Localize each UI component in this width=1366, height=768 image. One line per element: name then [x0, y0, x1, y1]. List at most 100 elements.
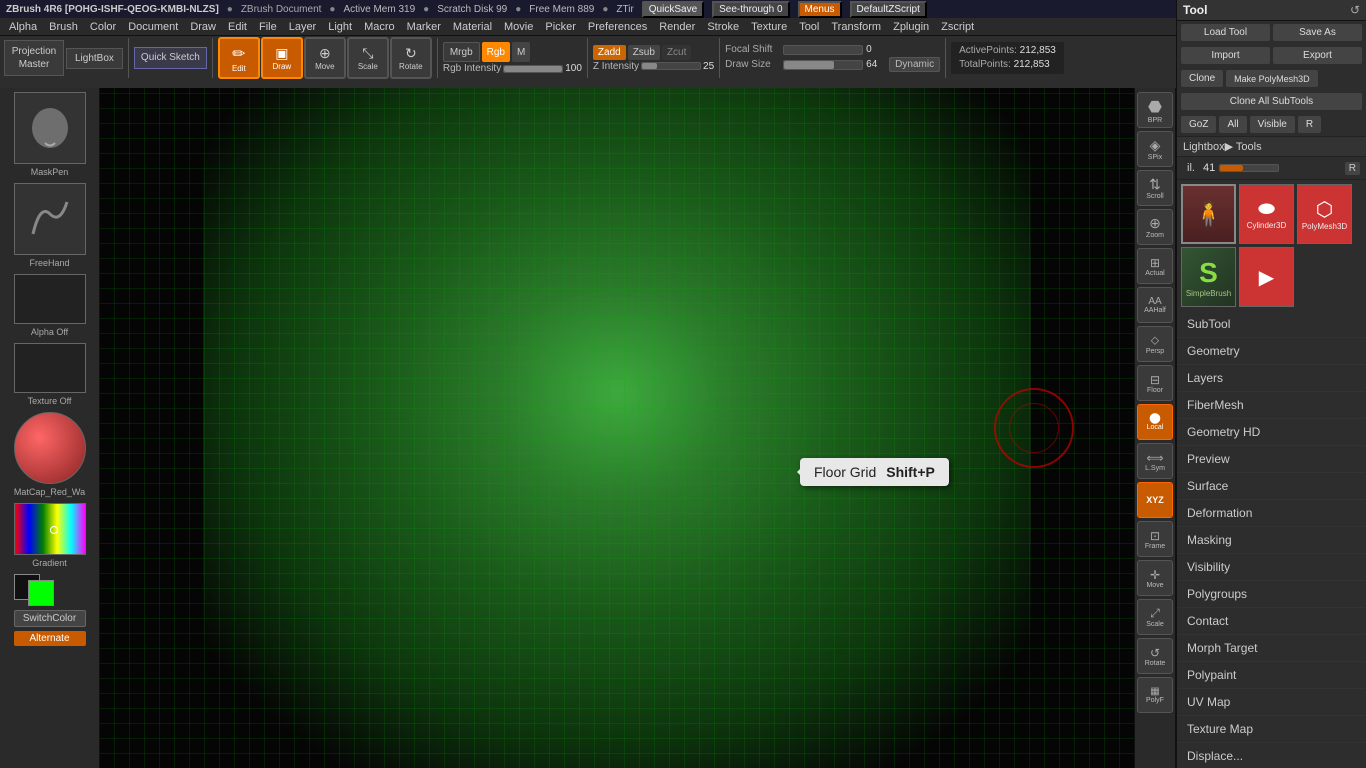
r-label[interactable]: R [1345, 162, 1360, 175]
red-arrow-thumbnail[interactable]: ▶ [1239, 247, 1294, 307]
zadd-button[interactable]: Zadd [593, 45, 626, 60]
menu-file[interactable]: File [254, 20, 282, 34]
body-thumbnail[interactable]: 🧍 [1181, 184, 1236, 244]
scroll-button[interactable]: ⇅ Scroll [1137, 170, 1173, 206]
menu-macro[interactable]: Macro [359, 20, 400, 34]
menu-brush[interactable]: Brush [44, 20, 83, 34]
clone-button[interactable]: Clone [1181, 70, 1223, 87]
menu-marker[interactable]: Marker [402, 20, 446, 34]
spix-button[interactable]: ◈ SPix [1137, 131, 1173, 167]
xyz-button[interactable]: XYZ [1137, 482, 1173, 518]
alternate-button[interactable]: Alternate [14, 631, 86, 646]
nav-contact[interactable]: Contact [1177, 608, 1366, 635]
menu-texture[interactable]: Texture [746, 20, 792, 34]
cylinder3d-thumbnail[interactable]: ⬬ Cylinder3D [1239, 184, 1294, 244]
nav-surface[interactable]: Surface [1177, 473, 1366, 500]
menus-button[interactable]: Menus [798, 1, 842, 18]
default-script-button[interactable]: DefaultZScript [850, 1, 927, 18]
rgb-intensity-track[interactable] [503, 65, 563, 73]
nav-displacement[interactable]: Displace... [1177, 743, 1366, 768]
canvas-area[interactable]: Floor Grid Shift+P [100, 88, 1134, 768]
simplebrush-thumbnail[interactable]: S SimpleBrush [1181, 247, 1236, 307]
dynamic-button[interactable]: Dynamic [889, 57, 940, 72]
nav-texture-map[interactable]: Texture Map [1177, 716, 1366, 743]
menu-edit[interactable]: Edit [223, 20, 252, 34]
zcut-button[interactable]: Zcut [662, 45, 691, 60]
color-picker[interactable] [14, 503, 86, 555]
menu-light[interactable]: Light [323, 20, 357, 34]
menu-transform[interactable]: Transform [826, 20, 886, 34]
menu-alpha[interactable]: Alpha [4, 20, 42, 34]
focal-shift-track[interactable] [783, 45, 863, 55]
make-polymesh-button[interactable]: Make PolyMesh3D [1226, 70, 1318, 87]
polyf-button[interactable]: ▦ PolyF [1137, 677, 1173, 713]
save-as-button[interactable]: Save As [1273, 24, 1362, 41]
nav-polygroups[interactable]: Polygroups [1177, 581, 1366, 608]
nav-subtool[interactable]: SubTool [1177, 311, 1366, 338]
goz-button[interactable]: GoZ [1181, 116, 1216, 133]
draw-mode-button[interactable]: ▣ Draw [261, 37, 303, 79]
nav-deformation[interactable]: Deformation [1177, 500, 1366, 527]
load-tool-button[interactable]: Load Tool [1181, 24, 1270, 41]
aahalf-button[interactable]: AA AAHalf [1137, 287, 1173, 323]
il-slider[interactable] [1219, 164, 1279, 172]
move-mode-button[interactable]: ⊕ Move [304, 37, 346, 79]
draw-size-track[interactable] [783, 60, 863, 70]
menu-movie[interactable]: Movie [499, 20, 538, 34]
nav-geometry[interactable]: Geometry [1177, 338, 1366, 365]
nav-preview[interactable]: Preview [1177, 446, 1366, 473]
menu-picker[interactable]: Picker [540, 20, 581, 34]
floor-button[interactable]: ⊟ Floor [1137, 365, 1173, 401]
matcap-swatch[interactable] [14, 412, 86, 484]
nav-geometry-hd[interactable]: Geometry HD [1177, 419, 1366, 446]
nav-morph-target[interactable]: Morph Target [1177, 635, 1366, 662]
alpha-swatch[interactable] [14, 274, 86, 324]
polymesh3d-thumbnail[interactable]: ⬡ PolyMesh3D [1297, 184, 1352, 244]
edit-mode-button[interactable]: ✏ Edit [218, 37, 260, 79]
scale-mode-button[interactable]: ⤡ Scale [347, 37, 389, 79]
visible-button[interactable]: Visible [1250, 116, 1295, 133]
actual-button[interactable]: ⊞ Actual [1137, 248, 1173, 284]
tool-refresh-button[interactable]: ↺ [1350, 3, 1360, 17]
z-intensity-track[interactable] [641, 62, 701, 70]
all-button[interactable]: All [1219, 116, 1246, 133]
menu-draw[interactable]: Draw [185, 20, 221, 34]
persp-button[interactable]: ⬦ Persp [1137, 326, 1173, 362]
maskpen-thumb[interactable] [14, 92, 86, 164]
rotate-mode-button[interactable]: ↻ Rotate [390, 37, 432, 79]
lightbox-button[interactable]: LightBox [66, 48, 123, 69]
freehand-thumb[interactable] [14, 183, 86, 255]
bpr-button[interactable]: ⬣ BPR [1137, 92, 1173, 128]
nav-visibility[interactable]: Visibility [1177, 554, 1366, 581]
import-button[interactable]: Import [1181, 47, 1270, 64]
quick-sketch-button[interactable]: Quick Sketch [134, 47, 207, 69]
menu-material[interactable]: Material [448, 20, 497, 34]
lsym-button[interactable]: ⟺ L.Sym [1137, 443, 1173, 479]
nav-fibermesh[interactable]: FiberMesh [1177, 392, 1366, 419]
r-button[interactable]: R [1298, 116, 1321, 133]
zoom-button[interactable]: ⊕ Zoom [1137, 209, 1173, 245]
export-button[interactable]: Export [1273, 47, 1362, 64]
projection-master-button[interactable]: Projection Master [4, 40, 64, 76]
menu-preferences[interactable]: Preferences [583, 20, 652, 34]
menu-zplugin[interactable]: Zplugin [888, 20, 934, 34]
switch-color-button[interactable]: SwitchColor [14, 610, 86, 627]
rotate-button[interactable]: ↺ Rotate [1137, 638, 1173, 674]
menu-tool[interactable]: Tool [794, 20, 824, 34]
menu-zscript[interactable]: Zscript [936, 20, 979, 34]
menu-color[interactable]: Color [85, 20, 121, 34]
quicksave-button[interactable]: QuickSave [642, 1, 704, 18]
nav-layers[interactable]: Layers [1177, 365, 1366, 392]
menu-render[interactable]: Render [654, 20, 700, 34]
menu-stroke[interactable]: Stroke [702, 20, 744, 34]
nav-uv-map[interactable]: UV Map [1177, 689, 1366, 716]
texture-swatch[interactable] [14, 343, 86, 393]
clone-all-subtools-button[interactable]: Clone All SubTools [1181, 93, 1362, 110]
rgb-button[interactable]: Rgb [482, 42, 510, 62]
menu-layer[interactable]: Layer [284, 20, 322, 34]
menu-document[interactable]: Document [123, 20, 183, 34]
nav-masking[interactable]: Masking [1177, 527, 1366, 554]
nav-polypaint[interactable]: Polypaint [1177, 662, 1366, 689]
mrgb-button[interactable]: Mrgb [443, 42, 480, 62]
color-swatches[interactable] [14, 574, 86, 606]
